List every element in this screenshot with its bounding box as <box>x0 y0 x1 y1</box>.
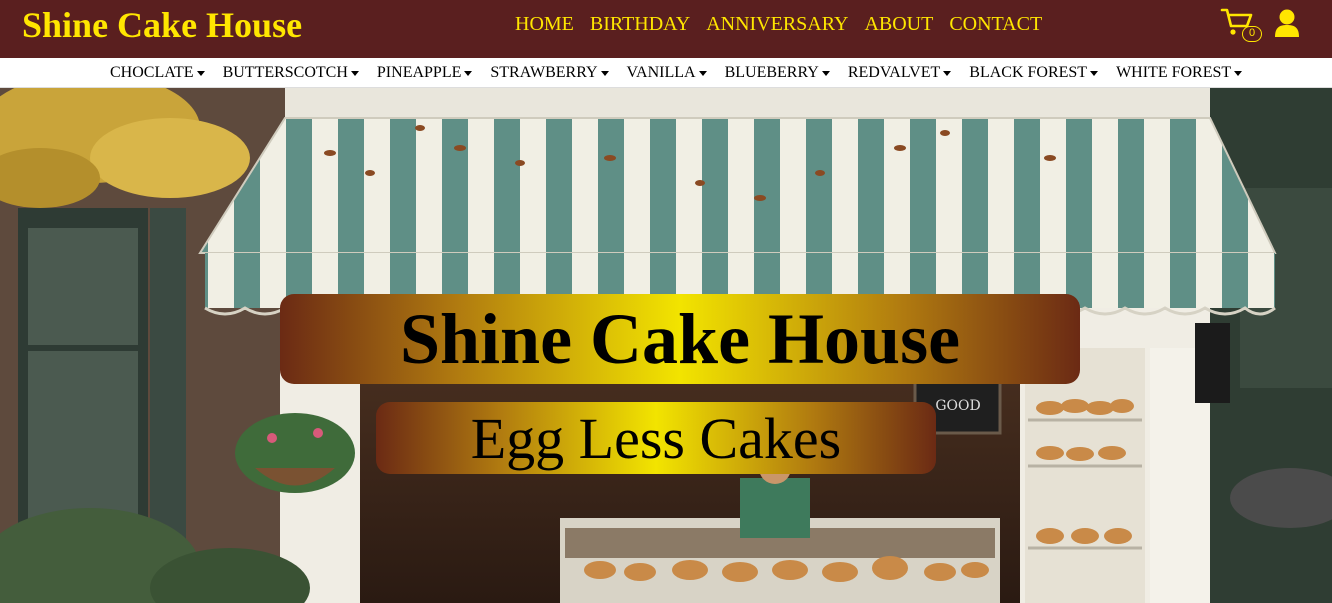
caret-down-icon <box>1090 71 1099 76</box>
flavor-dropdown-white-forest[interactable]: WHITE FOREST <box>1116 63 1243 83</box>
flavor-dropdown-butterscotch[interactable]: BUTTERSCOTCH <box>223 63 360 83</box>
flavor-label: REDVALVET <box>847 64 941 81</box>
flavor-label: VANILLA <box>626 64 696 81</box>
caret-down-icon <box>943 71 952 76</box>
flavor-label: BLACK FOREST <box>969 64 1088 81</box>
flavor-menu-bar: CHOCLATE BUTTERSCOTCH PINEAPPLE STRAWBER… <box>0 58 1332 88</box>
chalkboard-sign-text: GOOD <box>935 398 980 414</box>
main-nav: HOME BIRTHDAY ANNIVERSARY ABOUT CONTACT <box>515 12 1042 36</box>
flavor-dropdown-redvalvet[interactable]: REDVALVET <box>848 63 952 83</box>
flavor-label: PINEAPPLE <box>376 64 462 81</box>
nav-about[interactable]: ABOUT <box>864 12 933 36</box>
cart-button[interactable]: 0 <box>1220 6 1266 46</box>
flavor-dropdown-strawberry[interactable]: STRAWBERRY <box>490 63 609 83</box>
flavor-label: BUTTERSCOTCH <box>222 64 348 81</box>
nav-anniversary[interactable]: ANNIVERSARY <box>706 12 848 36</box>
brand-logo-text[interactable]: Shine Cake House <box>22 4 302 46</box>
cart-count-badge: 0 <box>1242 26 1262 42</box>
caret-down-icon <box>821 71 830 76</box>
nav-birthday[interactable]: BIRTHDAY <box>590 12 690 36</box>
flavor-label: CHOCLATE <box>110 64 194 81</box>
caret-down-icon <box>196 71 205 76</box>
flavor-dropdown-pineapple[interactable]: PINEAPPLE <box>377 63 473 83</box>
caret-down-icon <box>600 71 609 76</box>
hero-subtitle-banner: Egg Less Cakes <box>376 402 936 474</box>
nav-home[interactable]: HOME <box>515 12 574 36</box>
flavor-label: WHITE FOREST <box>1116 64 1232 81</box>
hero-section: GOOD Shine Cake House Egg Less Cakes <box>0 88 1332 603</box>
caret-down-icon <box>464 71 473 76</box>
flavor-dropdown-black-forest[interactable]: BLACK FOREST <box>969 63 1099 83</box>
flavor-label: BLUEBERRY <box>724 64 819 81</box>
flavor-dropdown-choclate[interactable]: CHOCLATE <box>110 63 206 83</box>
user-icon <box>1275 9 1299 37</box>
hero-title-banner: Shine Cake House <box>280 294 1080 384</box>
caret-down-icon <box>350 71 359 76</box>
user-account-button[interactable] <box>1274 8 1300 38</box>
flavor-dropdown-blueberry[interactable]: BLUEBERRY <box>725 63 831 83</box>
top-header: Shine Cake House HOME BIRTHDAY ANNIVERSA… <box>0 0 1332 58</box>
caret-down-icon <box>698 71 707 76</box>
nav-contact[interactable]: CONTACT <box>949 12 1042 36</box>
flavor-dropdown-vanilla[interactable]: VANILLA <box>627 63 708 83</box>
flavor-label: STRAWBERRY <box>490 64 598 81</box>
caret-down-icon <box>1234 71 1243 76</box>
